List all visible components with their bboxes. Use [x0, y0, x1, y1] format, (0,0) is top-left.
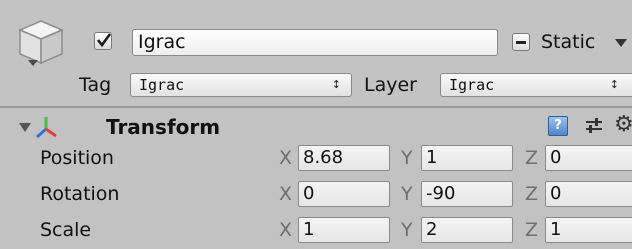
- rotation-label: Rotation: [40, 183, 120, 205]
- layer-label: Layer: [364, 74, 417, 96]
- position-z-field[interactable]: 0: [545, 145, 632, 171]
- static-label: Static: [541, 31, 596, 53]
- mixed-value-dash-icon: [516, 41, 526, 44]
- layer-dropdown-value: Igrac: [449, 76, 495, 94]
- position-x-field[interactable]: 8.68: [298, 145, 390, 171]
- scale-y-field[interactable]: 2: [421, 217, 513, 243]
- axis-y-label[interactable]: Y: [401, 217, 413, 243]
- transform-axes-icon: [36, 117, 57, 139]
- foldout-triangle-icon[interactable]: [19, 123, 31, 132]
- scale-label: Scale: [40, 219, 92, 241]
- axis-y-label[interactable]: Y: [401, 181, 413, 207]
- tag-dropdown-value: Igrac: [139, 76, 185, 94]
- axis-x-label[interactable]: X: [279, 145, 292, 171]
- preset-icon[interactable]: [584, 116, 604, 136]
- gameobject-name-input[interactable]: Igrac: [132, 29, 498, 56]
- gameobject-header: Igrac Static Tag Igrac ↕ Layer Igrac ↕: [0, 0, 632, 103]
- layer-dropdown[interactable]: Igrac ↕: [440, 73, 632, 97]
- updown-arrows-icon: ↕: [609, 78, 619, 91]
- static-checkbox[interactable]: [512, 33, 530, 51]
- rotation-x-field[interactable]: 0: [298, 181, 390, 207]
- checkmark-icon: [97, 33, 111, 47]
- position-label: Position: [40, 147, 114, 169]
- rotation-row: Rotation X 0 Y -90 Z 0: [0, 177, 632, 210]
- axis-x-label[interactable]: X: [279, 217, 292, 243]
- dropdown-caret-icon[interactable]: [615, 39, 627, 47]
- transform-component-header[interactable]: Transform ? ⚙: [0, 108, 632, 141]
- rotation-z-field[interactable]: 0: [545, 181, 632, 207]
- gear-icon[interactable]: ⚙: [614, 112, 632, 138]
- position-row: Position X 8.68 Y 1 Z 0: [0, 141, 632, 174]
- scale-row: Scale X 1 Y 2 Z 1: [0, 213, 632, 246]
- gameobject-cube-icon[interactable]: [14, 17, 68, 69]
- tag-dropdown[interactable]: Igrac ↕: [130, 73, 352, 97]
- axis-y-label[interactable]: Y: [401, 145, 413, 171]
- axis-x-label[interactable]: X: [279, 181, 292, 207]
- tag-label: Tag: [79, 74, 112, 96]
- component-title: Transform: [106, 115, 221, 139]
- active-checkbox[interactable]: [94, 32, 112, 50]
- position-y-field[interactable]: 1: [421, 145, 513, 171]
- icon-dropdown-arrow[interactable]: [28, 60, 38, 66]
- axis-z-label[interactable]: Z: [525, 217, 538, 243]
- inspector-panel: Igrac Static Tag Igrac ↕ Layer Igrac ↕ T…: [0, 0, 632, 249]
- updown-arrows-icon: ↕: [331, 78, 341, 91]
- scale-x-field[interactable]: 1: [298, 217, 390, 243]
- rotation-y-field[interactable]: -90: [421, 181, 513, 207]
- axis-z-label[interactable]: Z: [525, 145, 538, 171]
- help-icon[interactable]: ?: [548, 116, 568, 136]
- scale-z-field[interactable]: 1: [545, 217, 632, 243]
- axis-z-label[interactable]: Z: [525, 181, 538, 207]
